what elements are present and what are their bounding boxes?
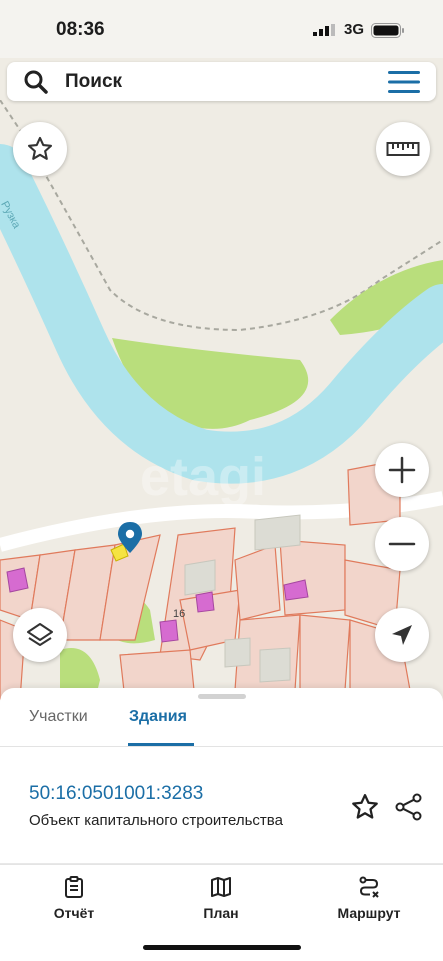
- ruler-icon: [386, 142, 420, 156]
- share-icon[interactable]: [394, 792, 424, 822]
- layers-button[interactable]: [13, 608, 67, 662]
- clipboard-icon: [65, 876, 83, 898]
- favorite-map-button[interactable]: [13, 122, 67, 176]
- battery-icon: [371, 23, 404, 38]
- nav-report-label: Отчёт: [53, 905, 95, 921]
- tabs-divider: [0, 746, 443, 747]
- search-bar[interactable]: Поиск: [7, 62, 436, 101]
- minus-icon: [388, 542, 416, 546]
- zoom-out-button[interactable]: [375, 517, 429, 571]
- nav-plan-label: План: [203, 905, 239, 921]
- cadastral-number[interactable]: 50:16:0501001:3283: [29, 783, 203, 805]
- nav-report[interactable]: Отчёт: [24, 875, 124, 921]
- navigation-arrow-icon: [392, 625, 412, 645]
- nav-plan[interactable]: План: [171, 875, 271, 921]
- bottom-navigation: Отчёт План Маршрут: [0, 864, 443, 961]
- tab-buildings[interactable]: Здания: [129, 708, 187, 726]
- my-location-button[interactable]: [375, 608, 429, 662]
- ruler-button[interactable]: [376, 122, 430, 176]
- network-type: 3G: [344, 21, 365, 38]
- house-number: 16: [173, 608, 185, 620]
- map-canvas[interactable]: Рузка etagi 16: [0, 100, 443, 700]
- menu-icon[interactable]: [388, 70, 420, 94]
- star-icon[interactable]: [350, 792, 380, 822]
- zoom-in-button[interactable]: [375, 443, 429, 497]
- status-time: 08:36: [56, 19, 105, 40]
- map-icon: [211, 877, 231, 897]
- layers-icon: [27, 623, 53, 646]
- sheet-handle[interactable]: [198, 694, 246, 699]
- search-icon: [24, 70, 48, 94]
- nav-route-label: Маршрут: [337, 905, 401, 921]
- home-indicator[interactable]: [143, 945, 301, 950]
- star-icon: [27, 136, 53, 160]
- tab-parcels[interactable]: Участки: [29, 708, 88, 726]
- object-type: Объект капитального строительства: [29, 812, 283, 829]
- signal-icon: [313, 24, 335, 36]
- nav-route[interactable]: Маршрут: [319, 875, 419, 921]
- plus-icon: [388, 456, 416, 484]
- search-input[interactable]: Поиск: [65, 71, 122, 93]
- watermark: etagi: [140, 447, 266, 507]
- map-view[interactable]: Рузка etagi 16: [0, 100, 443, 700]
- route-icon: [359, 876, 379, 898]
- status-bar: 08:36 3G: [0, 0, 443, 58]
